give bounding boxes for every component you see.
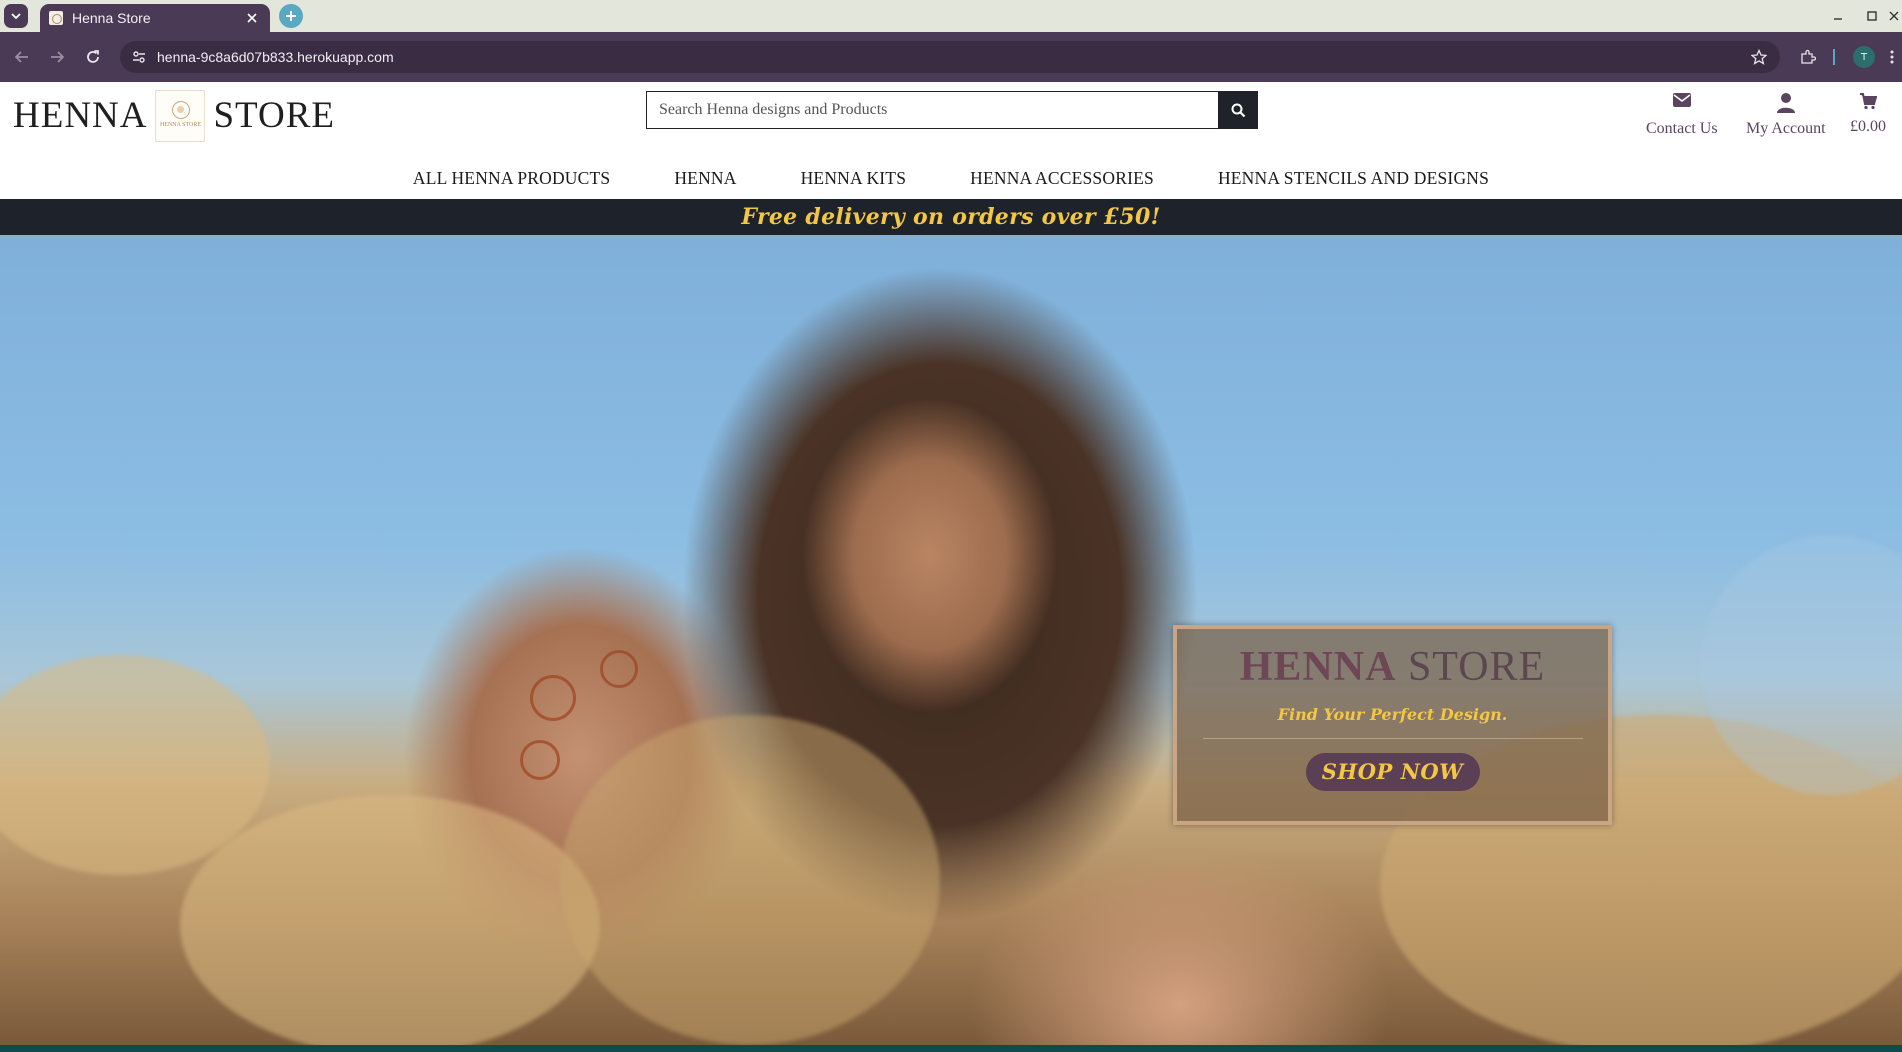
browser-toolbar: henna-9c8a6d07b833.herokuapp.com T (0, 32, 1902, 82)
logo-word-store: STORE (213, 95, 335, 136)
henna-pattern (600, 650, 638, 688)
nav-henna[interactable]: HENNA (674, 168, 736, 189)
contact-us-label: Contact Us (1646, 120, 1718, 137)
arrow-right-icon (51, 51, 64, 63)
nav-henna-accessories[interactable]: HENNA ACCESSORIES (970, 168, 1154, 189)
nav-henna-stencils-and-designs[interactable]: HENNA STENCILS AND DESIGNS (1218, 168, 1489, 189)
extensions-button[interactable] (1796, 45, 1820, 69)
close-window-button[interactable] (1884, 6, 1902, 26)
minimize-icon (1834, 18, 1842, 20)
hero-card-divider (1202, 738, 1583, 739)
maximize-icon (1867, 11, 1877, 21)
tab-title: Henna Store (72, 10, 151, 26)
contact-us-link[interactable]: Contact Us (1646, 92, 1718, 138)
browser-menu-button[interactable] (1880, 45, 1902, 69)
site-info-button[interactable] (129, 47, 149, 67)
nav-henna-kits[interactable]: HENNA KITS (801, 168, 907, 189)
envelope-icon (1646, 92, 1718, 114)
back-button[interactable] (10, 45, 34, 69)
hero-banner: HENNA STORE Find Your Perfect Design. SH… (0, 235, 1902, 1045)
next-section-edge (0, 1045, 1902, 1052)
main-navigation: ALL HENNA PRODUCTS HENNA HENNA KITS HENN… (0, 157, 1902, 199)
hero-card-title: HENNA STORE (1177, 643, 1608, 691)
wheat-decoration (180, 795, 600, 1045)
puzzle-icon (1801, 49, 1816, 64)
site-search (646, 91, 1258, 129)
hero-card: HENNA STORE Find Your Perfect Design. SH… (1173, 625, 1612, 825)
search-icon (1231, 103, 1245, 117)
logo-emblem: HENNA STORE (155, 89, 206, 142)
shop-now-button[interactable]: SHOP NOW (1305, 753, 1480, 791)
forward-button[interactable] (45, 45, 69, 69)
browser-tab-strip: Henna Store (0, 0, 1902, 32)
wheat-decoration (560, 715, 940, 1045)
maximize-button[interactable] (1862, 6, 1882, 26)
new-tab-button[interactable] (279, 4, 303, 28)
tune-icon (133, 51, 145, 63)
my-account-link[interactable]: My Account (1746, 92, 1826, 138)
star-icon (1751, 49, 1767, 65)
search-input[interactable] (646, 91, 1218, 129)
profile-avatar[interactable]: T (1853, 46, 1875, 68)
url-text: henna-9c8a6d07b833.herokuapp.com (157, 49, 394, 65)
site-logo[interactable]: HENNA HENNA STORE STORE (13, 88, 335, 143)
cart-icon (1850, 92, 1886, 114)
hero-tagline: Find Your Perfect Design. (1277, 705, 1508, 724)
logo-word-henna: HENNA (13, 95, 148, 136)
flower-icon (172, 100, 191, 119)
search-button[interactable] (1218, 91, 1258, 129)
user-icon (1746, 92, 1826, 114)
henna-pattern (530, 675, 576, 721)
close-icon (247, 13, 257, 23)
site-header: HENNA HENNA STORE STORE Contact Us My Ac… (0, 82, 1902, 199)
my-account-label: My Account (1746, 120, 1826, 137)
minimize-button[interactable] (1828, 6, 1848, 26)
henna-pattern (520, 740, 560, 780)
close-tab-button[interactable] (242, 8, 262, 28)
cart-total: £0.00 (1850, 118, 1886, 135)
bookmark-button[interactable] (1748, 46, 1770, 68)
toolbar-divider (1833, 49, 1835, 65)
browser-tab[interactable]: Henna Store (40, 4, 270, 32)
free-delivery-banner: Free delivery on orders over £50! (0, 199, 1902, 235)
cart-link[interactable]: £0.00 (1850, 92, 1886, 136)
logo-emblem-text: HENNA STORE (159, 121, 202, 128)
plus-icon (286, 11, 296, 21)
address-bar[interactable]: henna-9c8a6d07b833.herokuapp.com (120, 41, 1780, 73)
hero-title-henna: HENNA (1239, 644, 1397, 690)
nav-all-henna-products[interactable]: ALL HENNA PRODUCTS (413, 168, 610, 189)
hero-title-store: STORE (1407, 644, 1546, 690)
kebab-menu-icon (1890, 50, 1894, 64)
free-delivery-text: Free delivery on orders over £50! (741, 204, 1161, 230)
chevron-down-icon (11, 13, 21, 20)
favicon-icon (49, 11, 63, 25)
reload-icon (87, 50, 99, 63)
tab-search-button[interactable] (4, 4, 28, 28)
arrow-left-icon (15, 51, 28, 63)
close-icon (1889, 11, 1899, 21)
reload-button[interactable] (81, 45, 105, 69)
